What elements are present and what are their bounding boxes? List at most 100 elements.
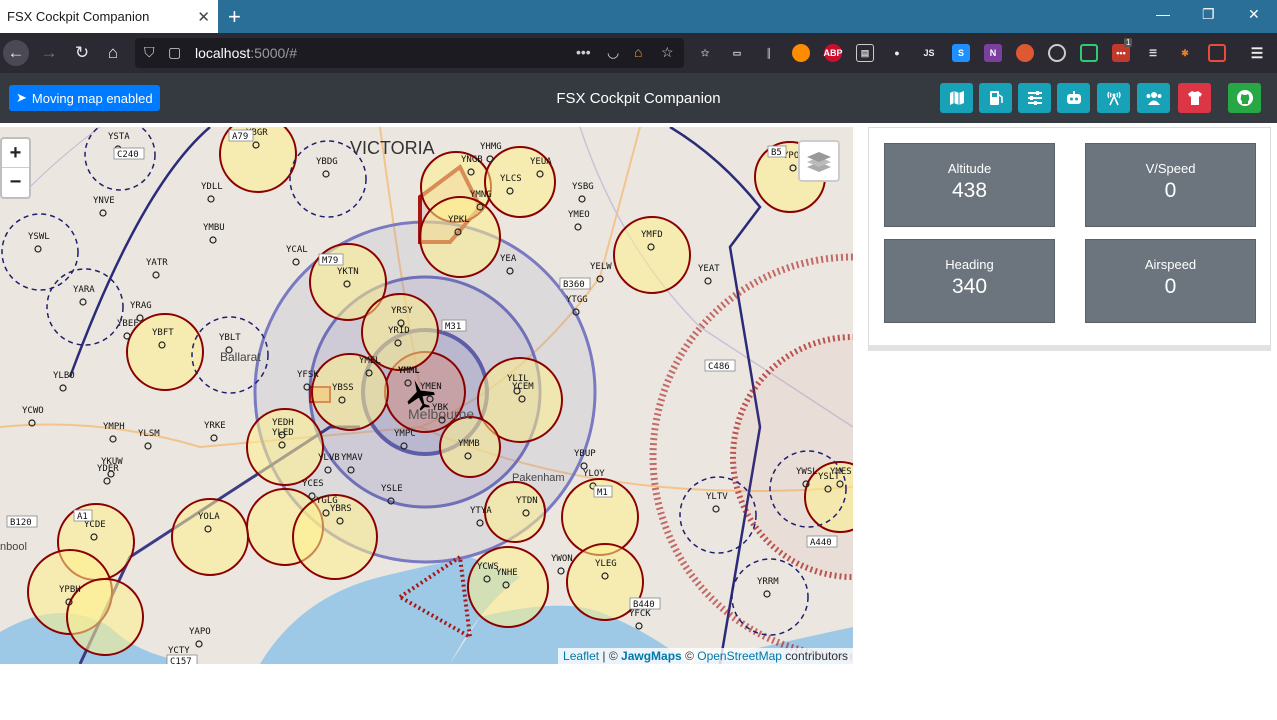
zoom-out-button[interactable]: − xyxy=(2,168,29,197)
adblock-icon[interactable]: ABP xyxy=(824,44,843,62)
airport-label-ymav: YMAV xyxy=(341,453,363,463)
airport-label-ysle: YSLE xyxy=(381,484,403,494)
jawg-link[interactable]: JawgMaps xyxy=(621,649,682,663)
airport-label-yloy: YLOY xyxy=(583,469,605,479)
airport-label-yatr: YATR xyxy=(146,258,168,268)
svg-text:B440: B440 xyxy=(633,600,655,610)
bookmark-star-icon[interactable]: ☆ xyxy=(661,44,674,61)
map-icon xyxy=(949,91,964,105)
home-ext-icon[interactable]: ⌂ xyxy=(634,44,642,60)
github-icon xyxy=(1236,90,1253,106)
shield-icon[interactable]: ⛉ xyxy=(144,44,155,61)
url-bar[interactable]: ⛉ ▢ localhost:5000/# ••• ◡ ⌂ ☆ xyxy=(135,38,684,68)
onenote-icon[interactable]: N xyxy=(984,44,1002,62)
radio-button[interactable] xyxy=(1097,83,1130,113)
airport-label-ybss: YBSS xyxy=(332,383,354,393)
s-ext-icon[interactable]: S xyxy=(952,44,970,62)
fuel-button[interactable] xyxy=(979,83,1012,113)
home-icon[interactable]: ⌂ xyxy=(100,40,126,66)
tab-close-icon[interactable]: ✕ xyxy=(197,8,210,26)
altitude-value: 438 xyxy=(951,179,988,202)
moving-map[interactable]: VICTORIA Ballarat Melbourne Pakenham nbo… xyxy=(0,127,853,664)
airport-label-yled: YLED xyxy=(272,428,294,438)
sliders-icon xyxy=(1027,91,1042,105)
new-tab-icon[interactable]: + xyxy=(228,4,241,30)
airport-label-ytdn: YTDN xyxy=(516,496,538,506)
svg-text:A440: A440 xyxy=(810,538,832,548)
attribution-sep: | © xyxy=(599,649,622,663)
window-close-icon[interactable]: ✕ xyxy=(1248,6,1260,23)
radio-tower-icon xyxy=(1106,91,1121,106)
folder-icon[interactable]: ▭ xyxy=(728,44,746,62)
airport-label-ybft: YBFT xyxy=(152,328,174,338)
star-list-icon[interactable]: ✩ xyxy=(696,44,714,62)
svg-text:C486: C486 xyxy=(708,362,730,372)
tab-title: FSX Cockpit Companion xyxy=(7,9,150,24)
url-text[interactable]: localhost:5000/# xyxy=(195,45,297,61)
map-canvas[interactable]: VICTORIA Ballarat Melbourne Pakenham nbo… xyxy=(0,127,853,664)
road-label-c240: C240 xyxy=(113,147,145,160)
airport-label-ycal: YCAL xyxy=(286,245,308,255)
svg-text:C240: C240 xyxy=(117,150,139,160)
osm-link[interactable]: OpenStreetMap xyxy=(697,649,782,663)
green-ext-icon[interactable] xyxy=(1080,44,1098,62)
svg-text:A1: A1 xyxy=(77,512,88,522)
instrument-panel: Altitude 438 V/Speed 0 Heading 340 Airsp… xyxy=(868,127,1271,351)
airport-label-ymes: YMES xyxy=(830,467,852,477)
airport-label-ylcs: YLCS xyxy=(500,174,522,184)
road-label-a440: A440 xyxy=(806,535,838,548)
airport-label-ymmb: YMMB xyxy=(458,439,480,449)
heading-card: Heading 340 xyxy=(884,239,1055,323)
circle-yola xyxy=(171,498,249,576)
layers-button[interactable] xyxy=(798,140,840,182)
back-icon[interactable]: ← xyxy=(3,40,29,66)
js-ext-icon[interactable]: JS xyxy=(920,44,938,62)
reader-icon[interactable]: ▤ xyxy=(856,44,874,62)
restore-icon[interactable]: ❐ xyxy=(1202,6,1215,23)
leaflet-link[interactable]: Leaflet xyxy=(563,649,599,663)
red-ext-icon[interactable] xyxy=(1208,44,1226,62)
hamburger-menu-icon[interactable]: ☰ xyxy=(1248,44,1266,62)
tshirt-icon xyxy=(1187,91,1202,105)
airport-label-yrke: YRKE xyxy=(204,421,226,431)
multiplayer-button[interactable] xyxy=(1137,83,1170,113)
github-button[interactable] xyxy=(1228,83,1261,113)
airport-label-yedh: YEDH xyxy=(272,418,294,428)
forward-icon[interactable]: → xyxy=(36,40,62,66)
vspeed-card: V/Speed 0 xyxy=(1085,143,1256,227)
airport-label-ybdg: YBDG xyxy=(316,157,338,167)
merch-button[interactable] xyxy=(1178,83,1211,113)
settings-button[interactable] xyxy=(1018,83,1051,113)
airport-label-ymeo: YMEO xyxy=(568,210,590,220)
duckduckgo-icon[interactable] xyxy=(1016,44,1034,62)
bug-ext-icon[interactable]: ✱ xyxy=(1176,44,1194,62)
airport-label-yleg: YLEG xyxy=(595,559,617,569)
list-ext-icon[interactable]: ☰ xyxy=(1144,44,1162,62)
mouse-ext-icon[interactable]: ● xyxy=(888,44,906,62)
map-button[interactable] xyxy=(940,83,973,113)
pocket-icon[interactable]: ◡ xyxy=(607,44,619,61)
airport-label-yngb: YNGB xyxy=(461,155,483,165)
airport-label-yara: YARA xyxy=(73,285,95,295)
airport-label-ybrs: YBRS xyxy=(330,504,352,514)
autopilot-button[interactable] xyxy=(1057,83,1090,113)
airport-label-ymfd: YMFD xyxy=(641,230,663,240)
more-actions-icon[interactable]: ••• xyxy=(576,44,591,60)
airport-label-yeua: YEUA xyxy=(530,157,552,167)
browser-tab[interactable]: FSX Cockpit Companion ✕ xyxy=(0,0,218,33)
airport-label-ympc: YMPC xyxy=(394,429,416,439)
fox-ext-icon[interactable] xyxy=(792,44,810,62)
zoom-in-button[interactable]: + xyxy=(2,139,29,168)
reload-icon[interactable]: ↻ xyxy=(69,40,95,66)
airport-label-yder: YDER xyxy=(97,464,119,474)
airport-label-ywon: YWON xyxy=(551,554,573,564)
airport-label-ymml: YMML xyxy=(398,366,420,376)
library-icon[interactable]: ║ xyxy=(760,44,778,62)
svg-text:B120: B120 xyxy=(10,518,32,528)
airport-label-ypbh: YPBH xyxy=(59,585,81,595)
airport-label-yhmg: YHMG xyxy=(480,142,502,152)
account-icon[interactable] xyxy=(1048,44,1066,62)
minimize-icon[interactable]: — xyxy=(1156,6,1170,22)
place-label-edge: nbool xyxy=(0,541,27,553)
page-info-icon[interactable]: ▢ xyxy=(168,44,181,61)
